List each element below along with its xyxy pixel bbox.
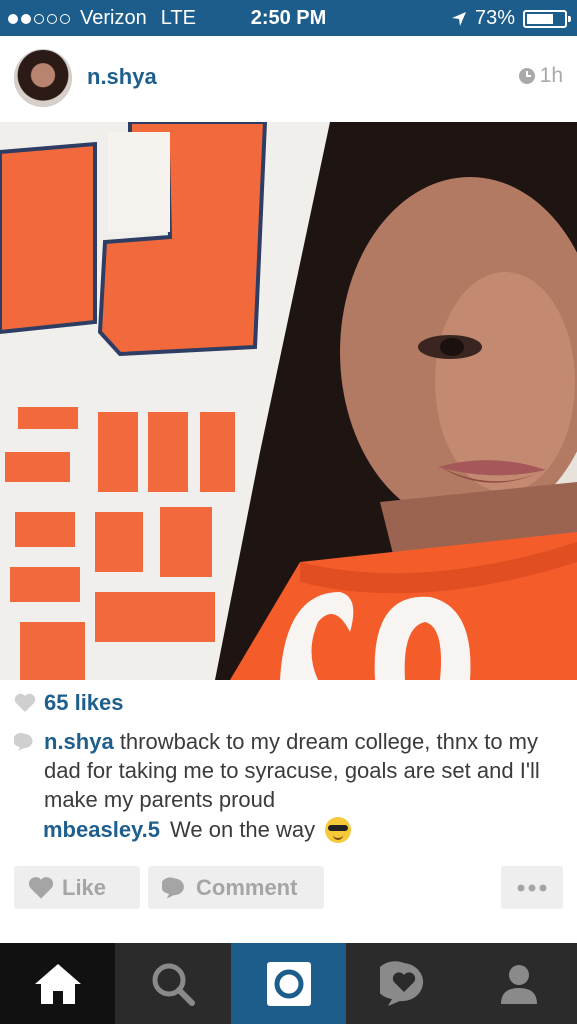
- comment-bubble-icon: [162, 876, 184, 899]
- post-actions: Like Comment: [14, 866, 563, 910]
- photo-illustration: [0, 122, 577, 680]
- caption-username[interactable]: n.shya: [44, 729, 114, 754]
- heart-icon: [14, 693, 36, 712]
- activity-icon: [379, 960, 423, 1006]
- clock-icon: [518, 68, 535, 84]
- caption-text: n.shya throwback to my dream college, th…: [44, 727, 564, 814]
- post-header: n.shya 1h: [0, 36, 577, 122]
- status-bar: Verizon LTE 2:50 PM 73%: [0, 0, 577, 36]
- likes-count[interactable]: 65 likes: [44, 690, 124, 716]
- post-photo[interactable]: [0, 122, 577, 680]
- caption-body: throwback to my dream college, thnx to m…: [44, 729, 540, 812]
- comment-text: We on the way: [170, 817, 316, 842]
- tab-explore[interactable]: [115, 943, 230, 1024]
- tab-home[interactable]: [0, 943, 116, 1024]
- tab-camera[interactable]: [230, 943, 347, 1024]
- heart-icon: [28, 876, 54, 899]
- comment: mbeasley.5 We on the way: [43, 817, 352, 843]
- like-button[interactable]: Like: [14, 866, 140, 909]
- more-dots-icon: [517, 884, 547, 891]
- search-icon: [152, 963, 196, 1006]
- avatar[interactable]: [14, 49, 72, 107]
- comment-username[interactable]: mbeasley.5: [43, 817, 160, 843]
- time-ago: 1h: [539, 64, 563, 87]
- post-username[interactable]: n.shya: [87, 64, 157, 90]
- battery-percent: 73%: [474, 7, 515, 29]
- likes-row[interactable]: 65 likes: [14, 690, 124, 716]
- post-timestamp: 1h: [518, 64, 563, 88]
- sunglasses-emoji-icon: [325, 817, 352, 843]
- like-label: Like: [62, 874, 107, 900]
- location-arrow-icon: [451, 11, 466, 26]
- caption-row: n.shya throwback to my dream college, th…: [14, 727, 564, 814]
- home-icon: [34, 963, 81, 1004]
- battery-icon: [523, 9, 571, 28]
- comment-label: Comment: [196, 874, 298, 900]
- status-right: 73%: [451, 7, 571, 30]
- camera-icon: [266, 961, 311, 1006]
- tab-bar: [0, 943, 577, 1024]
- comment-button[interactable]: Comment: [148, 866, 324, 909]
- profile-icon: [501, 964, 538, 1004]
- tab-activity[interactable]: [346, 943, 461, 1024]
- tab-profile[interactable]: [462, 943, 577, 1024]
- comment-bubble-icon: [14, 733, 33, 751]
- more-options-button[interactable]: [501, 866, 563, 909]
